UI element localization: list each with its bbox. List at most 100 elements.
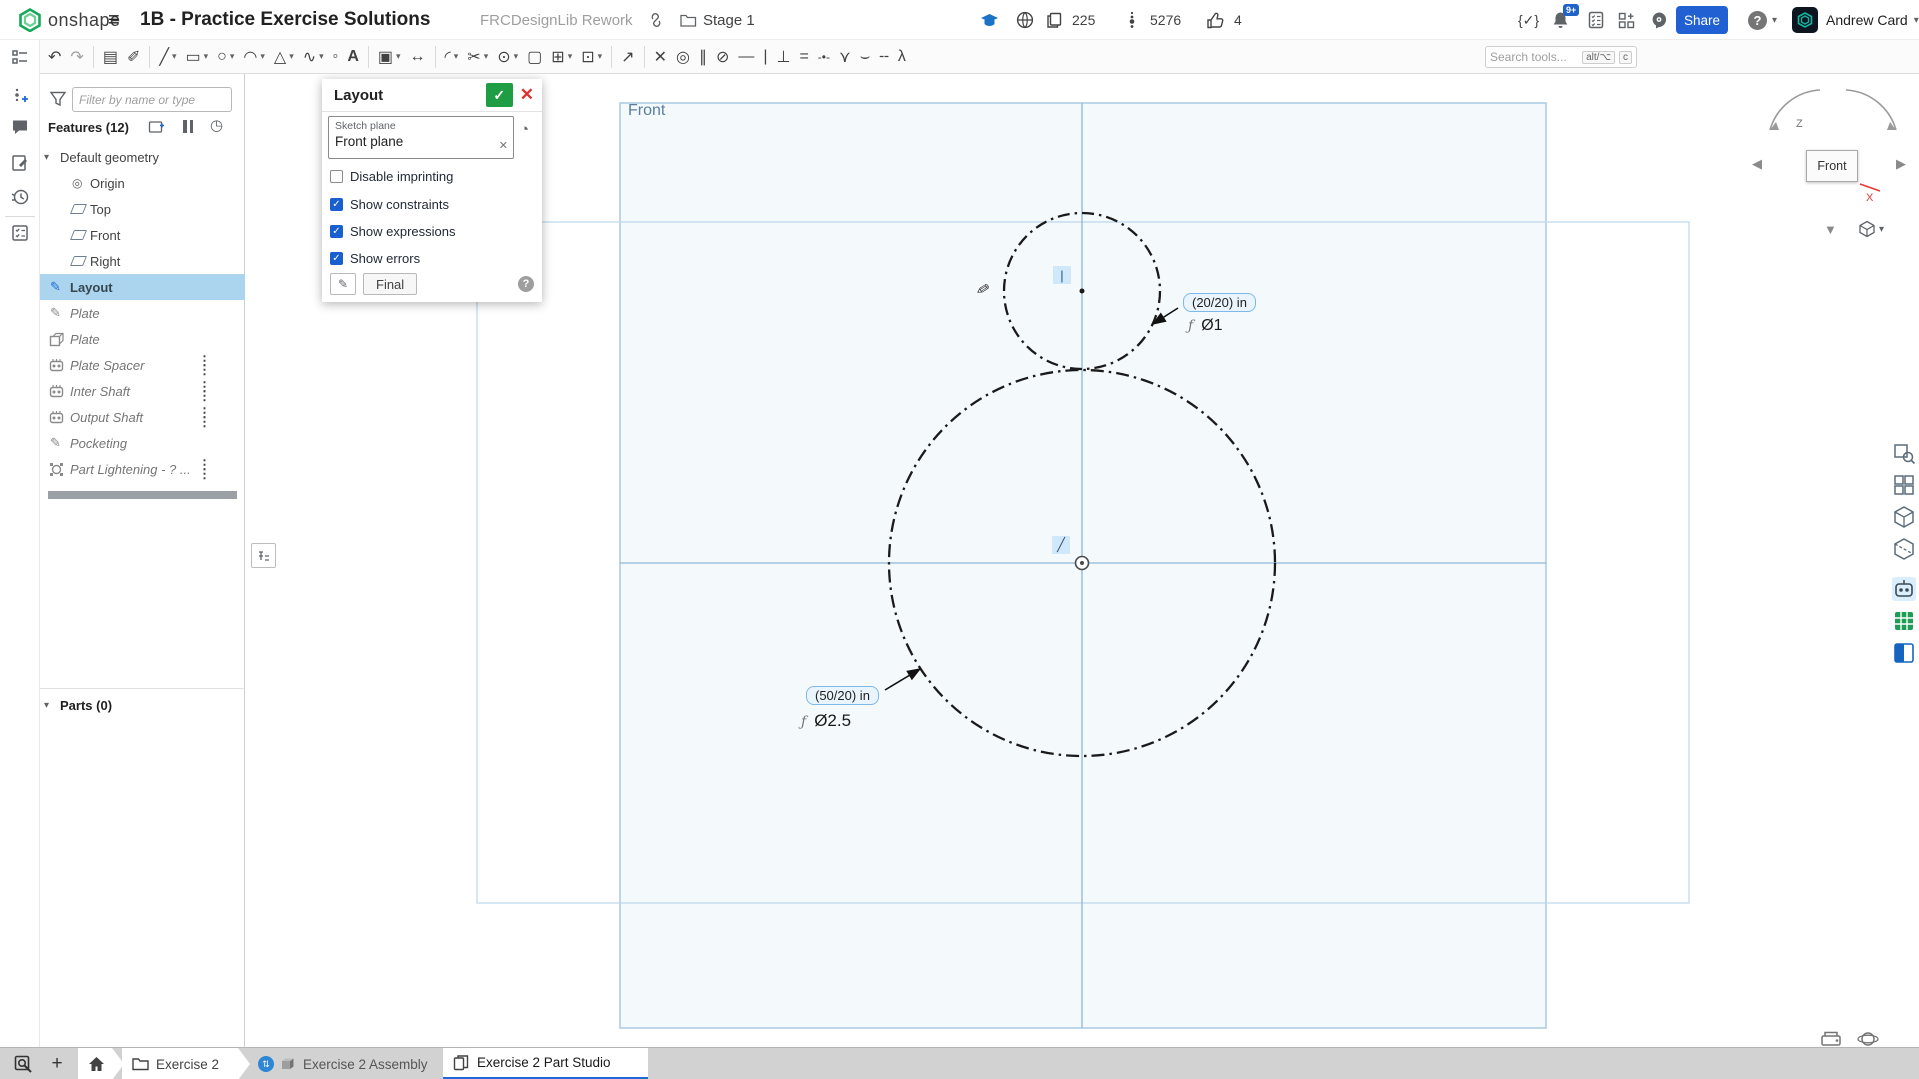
named-views-icon[interactable] — [1892, 473, 1916, 497]
feature-dots-icon[interactable]: ⋮⋮ — [198, 408, 211, 426]
featurescript-icon[interactable]: {✓} — [1518, 0, 1539, 40]
dim1-value[interactable]: ƒ Ø1 — [1188, 317, 1223, 335]
mate-connector-icon[interactable]: ◔ — [520, 121, 529, 138]
feature-list-icon[interactable] — [11, 48, 29, 66]
measure-view-icon[interactable] — [1892, 441, 1916, 465]
construction-toggle[interactable]: ╌ — [879, 47, 889, 67]
trim-tool[interactable]: ✂▾ — [467, 47, 488, 67]
isometric-cube-icon[interactable] — [1892, 505, 1916, 529]
equal-constraint[interactable]: = — [799, 48, 808, 66]
slot-tool[interactable]: ▢ — [527, 47, 542, 67]
pattern-tool[interactable]: ⊞▾ — [551, 47, 572, 67]
history-icon[interactable] — [11, 188, 29, 206]
filter-icon[interactable] — [49, 90, 67, 108]
new-tab-button[interactable]: + — [44, 1051, 70, 1077]
likes-icon[interactable] — [1206, 0, 1224, 40]
tree-item-right-plane[interactable]: Right — [40, 248, 245, 274]
link-icon[interactable] — [648, 0, 664, 40]
copies-icon[interactable] — [1046, 0, 1063, 40]
education-icon[interactable] — [980, 0, 999, 40]
midpoint-constraint[interactable]: -•- — [818, 50, 830, 64]
feature-dots-icon[interactable]: ⋮⋮ — [198, 356, 211, 374]
parts-section-header[interactable]: ▾ Parts (0) — [40, 692, 245, 718]
checkbox-show-errors[interactable]: ✓ Show errors — [330, 251, 420, 266]
chevron-down-icon[interactable]: ▾ — [44, 700, 49, 711]
regen-time-icon[interactable]: ◷ — [210, 116, 227, 133]
tangent-constraint-badge[interactable]: ╱ — [1052, 536, 1070, 554]
views-icon[interactable] — [1128, 0, 1136, 40]
tab-exercise-2[interactable]: Exercise 2 — [122, 1048, 250, 1079]
accept-check-button[interactable]: ✓ — [486, 83, 513, 107]
tool-search-box[interactable]: Search tools... alt/⌥ c — [1485, 46, 1637, 68]
rotate-left-icon[interactable]: ◀ — [1752, 156, 1762, 172]
dim2-expression-box[interactable]: (50/20) in — [806, 686, 879, 705]
tree-item-top-plane[interactable]: Top — [40, 196, 245, 222]
tree-item-inter-shaft[interactable]: Inter Shaft ⋮⋮ — [40, 378, 245, 404]
variables-icon[interactable] — [11, 87, 29, 105]
text-tool[interactable]: A — [347, 48, 359, 66]
tree-item-plate-extrude[interactable]: Plate — [40, 326, 245, 352]
tree-item-front-plane[interactable]: Front — [40, 222, 245, 248]
vertical-constraint-badge[interactable]: | — [1053, 266, 1071, 284]
tree-item-plate-spacer[interactable]: Plate Spacer ⋮⋮ — [40, 352, 245, 378]
tangent-constraint[interactable]: ⊘ — [716, 47, 729, 67]
rectangle-tool[interactable]: ▭▾ — [186, 47, 209, 67]
perpendicular-constraint[interactable]: ⊥ — [777, 47, 791, 67]
small-circle-center-point[interactable] — [1080, 289, 1085, 294]
tree-item-output-shaft[interactable]: Output Shaft ⋮⋮ — [40, 404, 245, 430]
section-view-icon[interactable] — [1892, 537, 1916, 561]
spline-tool[interactable]: ∿▾ — [303, 47, 324, 67]
add-folder-icon[interactable] — [148, 118, 165, 135]
suppress-pause-icon[interactable] — [183, 120, 200, 137]
apps-grid-icon[interactable] — [1618, 0, 1635, 40]
transform-tool[interactable]: ↗ — [621, 47, 634, 67]
split-panel-icon[interactable] — [1892, 641, 1916, 665]
share-button[interactable]: Share — [1676, 6, 1728, 34]
tree-item-origin[interactable]: ◎ Origin — [40, 170, 245, 196]
graphics-canvas[interactable]: Front (20/20) in ƒ Ø1 (50/20) in ƒ Ø2.5 … — [245, 74, 1919, 1047]
sketch-dialog-toggle-button[interactable]: ✎ — [330, 273, 356, 295]
help-caret-icon[interactable]: ▾ — [1772, 0, 1777, 40]
checkbox-disable-imprinting[interactable]: Disable imprinting — [330, 169, 453, 184]
rotate-right-icon[interactable]: ▶ — [1896, 156, 1906, 172]
tree-item-plate-sketch[interactable]: ✎ Plate — [40, 300, 245, 326]
circle-tool[interactable]: ○▾ — [217, 48, 234, 66]
symmetric-constraint[interactable]: ⋎ — [839, 47, 851, 67]
sketch-paste-icon[interactable]: ▤ — [103, 47, 118, 67]
dimension-tool[interactable]: ↔ — [410, 48, 426, 66]
cancel-x-button[interactable]: ✕ — [520, 85, 534, 105]
feature-list-handle[interactable] — [251, 543, 276, 568]
help-button[interactable]: ? — [1748, 0, 1767, 40]
insert-dxf-tool[interactable]: ⊡▾ — [581, 47, 602, 67]
tab-exercise-2-assembly[interactable]: ⇅ Exercise 2 Assembly — [248, 1048, 438, 1079]
feature-filter-input[interactable] — [72, 87, 232, 112]
parallel-constraint[interactable]: ∥ — [699, 47, 707, 67]
sketch-plane-field[interactable]: Sketch plane Front plane ✕ — [328, 116, 514, 159]
dialog-title-bar[interactable]: Layout ✓ ✕ — [322, 79, 542, 112]
user-menu[interactable]: Andrew Card ▾ — [1792, 0, 1919, 40]
tree-group-default-geometry[interactable]: ▾ Default geometry — [40, 144, 245, 170]
robot-panel-icon[interactable] — [1892, 577, 1916, 601]
rotate-arrows-icon[interactable] — [1748, 78, 1918, 218]
view-cube-front-face[interactable]: Front — [1806, 150, 1858, 182]
final-button[interactable]: Final — [363, 273, 417, 295]
clear-selection-icon[interactable]: ✕ — [499, 139, 508, 152]
undo-button[interactable]: ↶ — [48, 47, 61, 67]
pierce-constraint[interactable]: λ — [898, 48, 906, 66]
line-tool[interactable]: ╱▾ — [159, 47, 176, 67]
view-cube[interactable]: Z Front X ◀ ▶ ▼ ▾ — [1748, 78, 1918, 253]
onshape-logo[interactable]: onshape — [18, 0, 121, 40]
public-globe-icon[interactable] — [1016, 0, 1034, 40]
comments-icon[interactable] — [11, 118, 29, 136]
notes-icon[interactable] — [11, 154, 29, 172]
offset-tool[interactable]: ⊙▾ — [497, 47, 518, 67]
dim2-value[interactable]: ƒ Ø2.5 — [801, 711, 851, 731]
feature-dots-icon[interactable]: ⋮⋮ — [198, 382, 211, 400]
fillet-tool[interactable]: ◜▾ — [445, 47, 459, 67]
checkbox-show-expressions[interactable]: ✓ Show expressions — [330, 224, 456, 239]
dialog-help-icon[interactable]: ? — [518, 276, 534, 292]
folder-breadcrumb[interactable]: Stage 1 — [680, 0, 755, 40]
rollback-bar[interactable] — [48, 491, 237, 499]
chevron-down-icon[interactable]: ▾ — [44, 152, 49, 163]
tab-search-icon[interactable] — [14, 1055, 34, 1074]
